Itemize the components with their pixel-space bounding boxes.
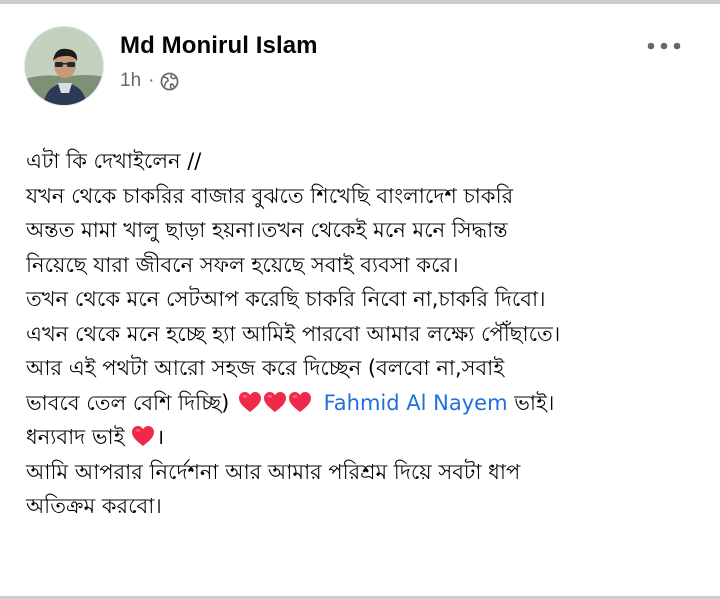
author-name[interactable]: Md Monirul Islam [120,32,318,60]
heart-emoji-icon [238,391,261,412]
post-line: যখন থেকে চাকরির বাজার বুঝতে শিখেছি বাংলা… [26,183,514,208]
post-header: Md Monirul Islam 1h · [24,26,696,110]
avatar-image [25,27,103,105]
more-options-button[interactable] [646,32,682,60]
post-line: আমি আপরার নির্দেশনা আর আমার পরিশ্রম দিয়… [26,459,521,484]
hearts-emoji-group [238,386,313,421]
post-line-thanks: ধন্যবাদ ভাই । [26,420,706,455]
top-divider [0,0,720,4]
post-body: এটা কি দেখাইলেন // যখন থেকে চাকরির বাজার… [26,144,706,524]
globe-icon[interactable] [160,72,179,91]
post-line-text: ধন্যবাদ ভাই [26,425,132,449]
post-line-text: । [156,425,165,449]
heart-emoji-icon [132,426,155,446]
post-line: তখন থেকে মনে সেটআপ করেছি চাকরি নিবো না,চ… [26,287,546,311]
post-line-text: ভাববে তেল বেশি দিচ্ছি) [26,390,230,415]
post-line: নিয়েছে যারা জীবনে সফল হয়েছে সবাই ব্যবস… [26,252,459,277]
heart-emoji-icon [288,391,311,412]
post-line: এখন থেকে মনে হচ্ছে হ্যা আমিই পারবো আমার … [26,321,561,346]
post-line: এটা কি দেখাইলেন // [26,149,202,173]
post-line-text: ভাই। [507,390,555,415]
meta-separator: · [148,70,155,91]
more-options-icon [647,42,681,50]
post-line: অন্তত মামা খালু ছাড়া হয়না।তখন থেকেই মন… [26,218,508,242]
post-time[interactable]: 1h [120,70,141,92]
post-line-mention: ভাববে তেল বেশি দিচ্ছি) Fahmid Al Nayem ভ… [26,386,706,421]
post-meta: 1h · [120,68,179,94]
avatar[interactable] [24,26,104,106]
post-line: অতিক্রম করবো। [26,494,162,518]
mention-link[interactable]: Fahmid Al Nayem [324,391,508,415]
heart-emoji-icon [263,391,286,412]
post-line: আর এই পথটা আরো সহজ করে দিচ্ছেন (বলবো না,… [26,356,505,380]
